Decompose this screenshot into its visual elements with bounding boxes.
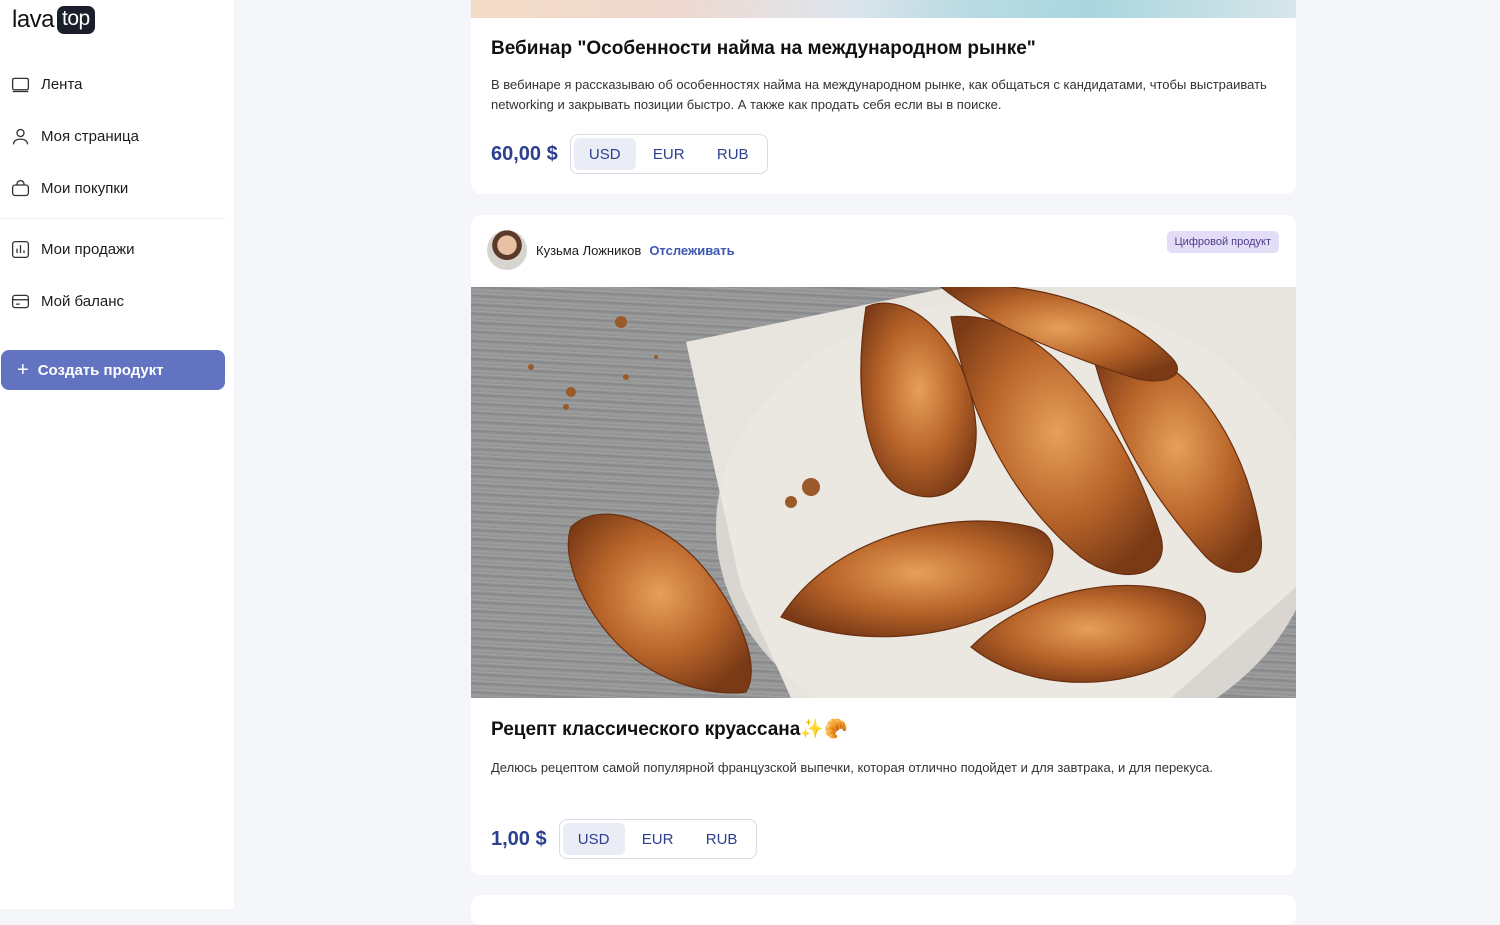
post-description: В вебинаре я рассказываю об особенностях… <box>491 77 1267 112</box>
logo[interactable]: lava top <box>12 6 95 34</box>
card-icon <box>11 294 30 308</box>
currency-usd[interactable]: USD <box>562 823 625 855</box>
sidebar: lava top Лента Моя страница Мои покупки <box>0 0 234 909</box>
sidebar-item-purchases[interactable]: Мои покупки <box>0 162 226 214</box>
currency-eur[interactable]: EUR <box>627 823 689 855</box>
sidebar-item-label: Лента <box>41 75 83 93</box>
bag-icon <box>11 179 30 196</box>
sidebar-item-balance[interactable]: Мой баланс <box>0 275 226 327</box>
currency-usd[interactable]: USD <box>573 138 636 170</box>
post-cover-image <box>471 0 1296 18</box>
post-price: 60,00 $ <box>491 142 558 165</box>
post-title[interactable]: Рецепт классического круассана✨🥐 <box>471 717 848 741</box>
feed-icon <box>11 77 30 92</box>
sidebar-item-label: Мои покупки <box>41 179 129 197</box>
currency-switcher: USD EUR RUB <box>558 819 757 859</box>
post-description: Делюсь рецептом самой популярной француз… <box>491 760 1213 775</box>
price-row: 1,00 $ USD EUR RUB <box>471 819 757 859</box>
price-row: 60,00 $ USD EUR RUB <box>471 134 1296 174</box>
plus-icon: + <box>17 359 29 381</box>
sidebar-item-label: Мой баланс <box>41 292 125 310</box>
product-type-badge: Цифровой продукт <box>1166 231 1279 253</box>
user-icon <box>12 128 29 144</box>
create-product-label: Создать продукт <box>37 361 164 379</box>
currency-switcher: USD EUR RUB <box>569 134 768 174</box>
post-card[interactable]: Вебинар "Особенности найма на международ… <box>471 0 1296 194</box>
sidebar-item-label: Мои продажи <box>41 240 135 258</box>
currency-eur[interactable]: EUR <box>638 138 700 170</box>
sidebar-item-my-page[interactable]: Моя страница <box>0 110 226 162</box>
sidebar-nav: Лента Моя страница Мои покупки Мои прода… <box>0 58 226 327</box>
follow-link[interactable]: Отслеживать <box>649 243 734 258</box>
post-card[interactable] <box>471 895 1296 925</box>
chart-icon <box>11 240 30 258</box>
sidebar-item-feed[interactable]: Лента <box>0 58 226 110</box>
sidebar-item-sales[interactable]: Мои продажи <box>0 223 226 275</box>
post-price: 1,00 $ <box>491 827 547 850</box>
currency-rub[interactable]: RUB <box>702 138 764 170</box>
create-product-button[interactable]: + Создать продукт <box>1 350 225 390</box>
currency-rub[interactable]: RUB <box>691 823 753 855</box>
post-title[interactable]: Вебинар "Особенности найма на международ… <box>471 38 1296 60</box>
post-card[interactable]: Кузьма Ложников Отслеживать Цифровой про… <box>471 215 1296 875</box>
sidebar-divider <box>0 218 226 219</box>
croissant-photo <box>528 284 1296 757</box>
logo-badge: top <box>57 6 95 34</box>
sidebar-item-label: Моя страница <box>41 127 139 145</box>
logo-word: lava <box>12 6 55 33</box>
avatar[interactable] <box>487 230 527 270</box>
author-row: Кузьма Ложников Отслеживать <box>487 230 735 270</box>
author-name[interactable]: Кузьма Ложников <box>536 243 641 258</box>
post-cover-image[interactable] <box>471 284 1296 757</box>
